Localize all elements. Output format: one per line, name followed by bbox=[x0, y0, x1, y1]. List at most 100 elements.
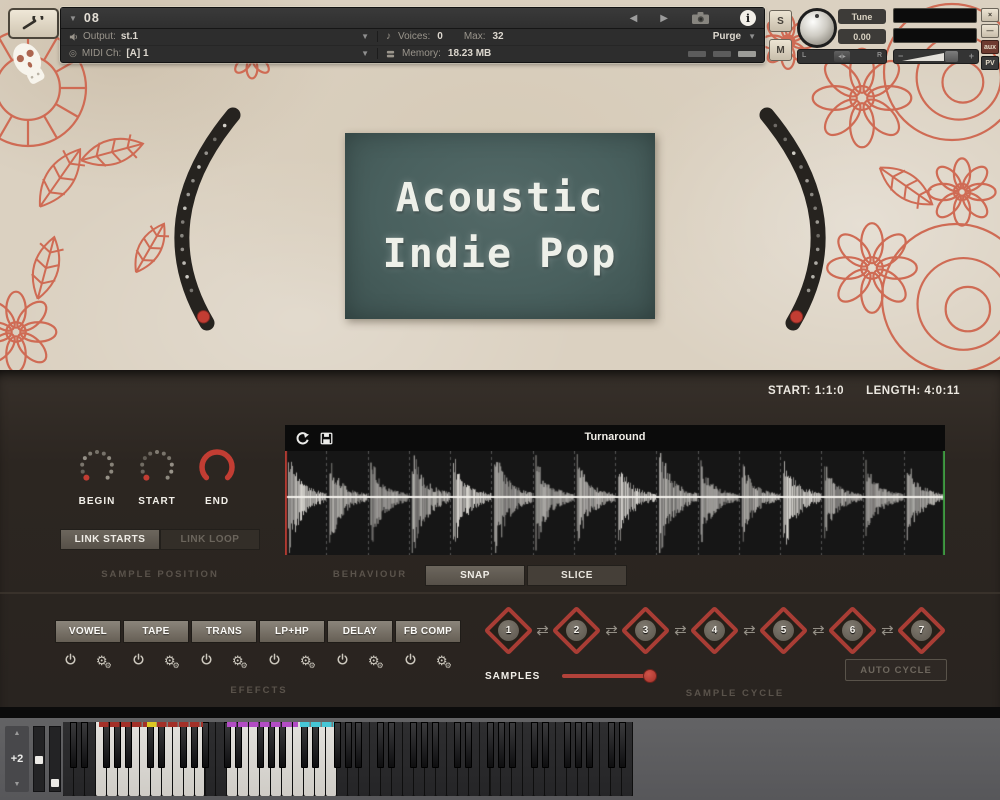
output-caret-icon[interactable]: ▼ bbox=[361, 32, 369, 41]
gear-icon[interactable]: ⚙⚙ bbox=[368, 654, 384, 670]
power-icon[interactable] bbox=[268, 653, 281, 671]
swap-arrows-icon[interactable]: ⇄ bbox=[536, 621, 549, 639]
minimize-icon[interactable]: — bbox=[981, 24, 999, 38]
sample-slot-4[interactable]: 4 bbox=[693, 608, 737, 652]
mod-wheel[interactable] bbox=[49, 726, 61, 792]
pitch-wheel-handle[interactable] bbox=[35, 756, 43, 764]
tune-knob[interactable] bbox=[797, 8, 837, 48]
black-key-7[interactable] bbox=[147, 722, 154, 768]
midi-value[interactable]: [A] 1 bbox=[126, 48, 148, 59]
sample-slot-diamond[interactable]: 4 bbox=[690, 605, 739, 654]
sample-slot-1[interactable]: 1 bbox=[486, 608, 530, 652]
black-key-17[interactable] bbox=[257, 722, 264, 768]
black-key-45[interactable] bbox=[564, 722, 571, 768]
gear-icon[interactable]: ⚙⚙ bbox=[232, 654, 248, 670]
black-key-29[interactable] bbox=[388, 722, 395, 768]
mute-button[interactable]: M bbox=[769, 39, 792, 61]
snap-button[interactable]: SNAP bbox=[425, 565, 525, 586]
knob-begin[interactable] bbox=[75, 445, 119, 489]
edit-wrench-button[interactable] bbox=[8, 8, 59, 39]
swap-arrows-icon[interactable]: ⇄ bbox=[674, 621, 687, 639]
gear-icon[interactable]: ⚙⚙ bbox=[436, 654, 452, 670]
effect-button-fb-comp[interactable]: FB COMP bbox=[395, 620, 461, 643]
black-key-1[interactable] bbox=[81, 722, 88, 768]
sample-slot-5[interactable]: 5 bbox=[762, 608, 806, 652]
gear-icon[interactable]: ⚙⚙ bbox=[300, 654, 316, 670]
black-key-38[interactable] bbox=[487, 722, 494, 768]
black-key-31[interactable] bbox=[410, 722, 417, 768]
black-key-26[interactable] bbox=[355, 722, 362, 768]
waveform-canvas[interactable] bbox=[285, 451, 945, 555]
gear-icon[interactable]: ⚙⚙ bbox=[96, 654, 112, 670]
black-key-14[interactable] bbox=[224, 722, 231, 768]
black-key-0[interactable] bbox=[70, 722, 77, 768]
black-key-49[interactable] bbox=[608, 722, 615, 768]
power-icon[interactable] bbox=[336, 653, 349, 671]
pan-slider[interactable]: L R ◂|▸ bbox=[797, 49, 887, 64]
tune-value[interactable]: 0.00 bbox=[838, 29, 886, 44]
black-key-11[interactable] bbox=[191, 722, 198, 768]
sample-slot-diamond[interactable]: 5 bbox=[759, 605, 808, 654]
black-key-33[interactable] bbox=[432, 722, 439, 768]
sample-slot-7[interactable]: 7 bbox=[900, 608, 944, 652]
prev-instrument-icon[interactable]: ◀ bbox=[630, 13, 638, 24]
black-key-22[interactable] bbox=[312, 722, 319, 768]
black-key-32[interactable] bbox=[421, 722, 428, 768]
output-value[interactable]: st.1 bbox=[121, 31, 138, 42]
black-key-19[interactable] bbox=[279, 722, 286, 768]
black-key-35[interactable] bbox=[454, 722, 461, 768]
black-key-15[interactable] bbox=[235, 722, 242, 768]
black-key-4[interactable] bbox=[114, 722, 121, 768]
gear-icon[interactable]: ⚙⚙ bbox=[164, 654, 180, 670]
volume-handle[interactable] bbox=[945, 51, 958, 62]
effect-button-delay[interactable]: DELAY bbox=[327, 620, 393, 643]
link-starts-button[interactable]: LINK STARTS bbox=[60, 529, 160, 550]
sample-slot-diamond[interactable]: 2 bbox=[552, 605, 601, 654]
black-key-18[interactable] bbox=[268, 722, 275, 768]
swap-arrows-icon[interactable]: ⇄ bbox=[881, 621, 894, 639]
mod-wheel-handle[interactable] bbox=[51, 779, 59, 787]
samples-slider-handle[interactable] bbox=[643, 669, 657, 683]
info-icon[interactable]: i bbox=[740, 10, 756, 26]
pv-button[interactable]: PV bbox=[981, 56, 999, 70]
samples-slider[interactable] bbox=[562, 668, 662, 684]
volume-slider[interactable]: − + bbox=[893, 49, 979, 64]
black-key-5[interactable] bbox=[125, 722, 132, 768]
black-key-25[interactable] bbox=[345, 722, 352, 768]
black-key-39[interactable] bbox=[498, 722, 505, 768]
sample-slot-6[interactable]: 6 bbox=[831, 608, 875, 652]
pan-handle[interactable]: ◂|▸ bbox=[834, 51, 850, 62]
black-key-40[interactable] bbox=[509, 722, 516, 768]
sample-slot-diamond[interactable]: 1 bbox=[483, 605, 532, 654]
power-icon[interactable] bbox=[132, 653, 145, 671]
swap-arrows-icon[interactable]: ⇄ bbox=[743, 621, 756, 639]
sample-slot-3[interactable]: 3 bbox=[624, 608, 668, 652]
black-key-47[interactable] bbox=[586, 722, 593, 768]
aux-button[interactable]: aux bbox=[981, 40, 999, 54]
black-key-12[interactable] bbox=[202, 722, 209, 768]
black-key-46[interactable] bbox=[575, 722, 582, 768]
solo-button[interactable]: S bbox=[769, 10, 792, 32]
pitch-wheel[interactable] bbox=[33, 726, 45, 792]
slice-button[interactable]: SLICE bbox=[527, 565, 627, 586]
power-icon[interactable] bbox=[200, 653, 213, 671]
effect-button-vowel[interactable]: VOWEL bbox=[55, 620, 121, 643]
collapse-caret-icon[interactable]: ▼ bbox=[69, 14, 77, 23]
effect-button-lp-hp[interactable]: LP+HP bbox=[259, 620, 325, 643]
black-key-24[interactable] bbox=[334, 722, 341, 768]
swap-arrows-icon[interactable]: ⇄ bbox=[605, 621, 618, 639]
black-key-42[interactable] bbox=[531, 722, 538, 768]
effect-button-tape[interactable]: TAPE bbox=[123, 620, 189, 643]
purge-caret-icon[interactable]: ▼ bbox=[748, 32, 756, 41]
knob-end[interactable] bbox=[195, 445, 239, 489]
next-instrument-icon[interactable]: ▶ bbox=[660, 13, 668, 24]
black-key-8[interactable] bbox=[158, 722, 165, 768]
black-key-43[interactable] bbox=[542, 722, 549, 768]
auto-cycle-button[interactable]: AUTO CYCLE bbox=[845, 659, 947, 681]
swap-arrows-icon[interactable]: ⇄ bbox=[812, 621, 825, 639]
black-key-50[interactable] bbox=[619, 722, 626, 768]
black-key-28[interactable] bbox=[377, 722, 384, 768]
effect-button-trans[interactable]: TRANS bbox=[191, 620, 257, 643]
purge-button[interactable]: Purge bbox=[713, 31, 741, 42]
black-key-3[interactable] bbox=[103, 722, 110, 768]
